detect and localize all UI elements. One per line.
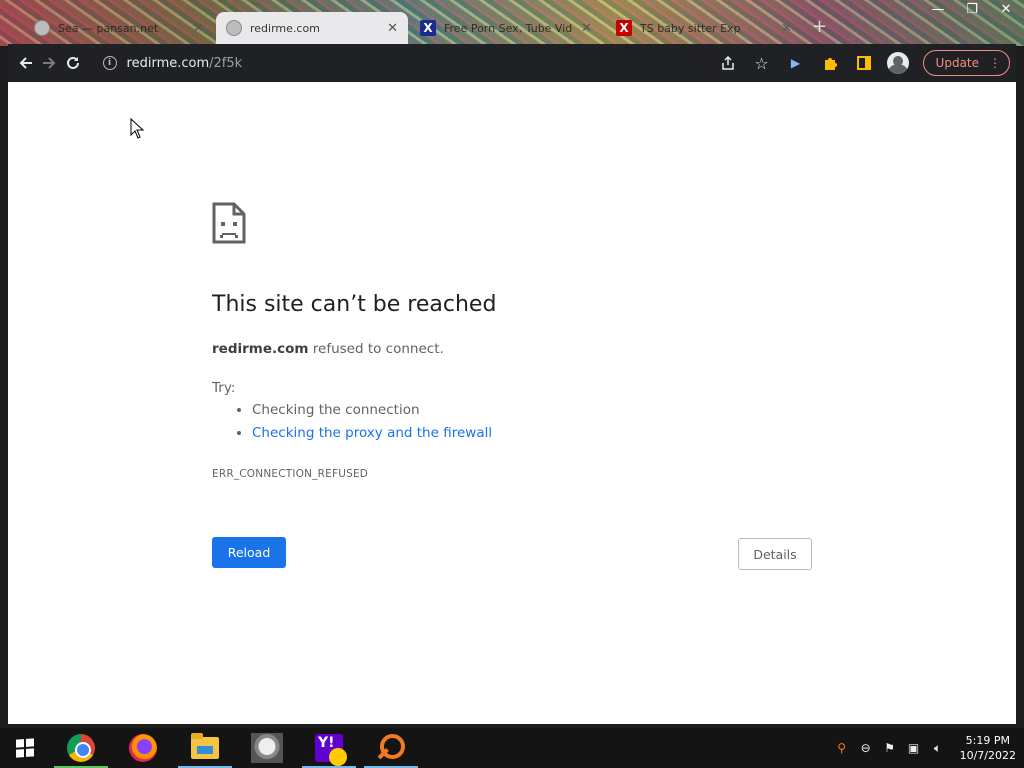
taskbar-search-app[interactable] <box>360 728 422 768</box>
suggestion-list: Checking the connection Checking the pro… <box>252 402 492 448</box>
start-button[interactable] <box>0 728 50 768</box>
forward-icon[interactable] <box>38 48 62 78</box>
info-icon[interactable]: i <box>102 56 117 70</box>
search-app-icon <box>377 734 405 762</box>
suggestion-check-connection: Checking the connection <box>252 402 492 418</box>
globe-icon <box>226 20 242 36</box>
taskbar-firefox[interactable] <box>112 728 174 768</box>
sad-document-icon <box>212 202 246 244</box>
reload-icon[interactable] <box>61 48 85 78</box>
suggestion-check-proxy-link[interactable]: Checking the proxy and the firewall <box>252 425 492 441</box>
error-title: This site can’t be reached <box>212 292 497 317</box>
minimize-icon[interactable]: — <box>930 2 946 17</box>
tab-2-active[interactable]: redirme.com ✕ <box>216 12 408 44</box>
flag-alert-icon[interactable]: ⚑ <box>882 740 898 756</box>
profile-avatar[interactable] <box>883 48 913 78</box>
yahoo-icon: Y! <box>315 734 347 766</box>
bookmark-star-icon[interactable]: ☆ <box>747 48 777 78</box>
tab-1[interactable]: Sea — pansan.net ✕ <box>24 12 214 44</box>
taskbar-chrome[interactable] <box>50 728 112 768</box>
address-path: /2f5k <box>209 55 243 71</box>
try-label: Try: <box>212 380 236 396</box>
tab-label: TS baby sitter Exp <box>640 21 741 35</box>
browser-toolbar: i redirme.com/2f5k ☆ ▶ Update ⋮ <box>8 44 1016 82</box>
address-domain: redirme.com <box>126 55 210 71</box>
network-icon[interactable]: ▣ <box>906 740 922 756</box>
clock-time: 5:19 PM <box>965 734 1010 747</box>
system-tray: ⚲ ⊖ ⚑ ▣ 🔈︎ 5:19 PM 10/7/2022 <box>834 733 1024 763</box>
tab-3[interactable]: X Free Porn Sex, Tube Vid ✕ <box>410 12 602 44</box>
details-button[interactable]: Details <box>738 538 812 570</box>
photo-app-icon <box>251 733 283 763</box>
error-code: ERR_CONNECTION_REFUSED <box>212 468 369 480</box>
taskbar-yahoo[interactable]: Y! <box>298 728 360 768</box>
chrome-icon <box>67 734 95 762</box>
error-host: redirme.com <box>212 341 309 357</box>
error-description: redirme.com refused to connect. <box>212 341 444 357</box>
error-description-suffix: refused to connect. <box>308 341 444 357</box>
address-bar[interactable]: i redirme.com/2f5k <box>92 49 713 77</box>
clock-date: 10/7/2022 <box>959 749 1016 762</box>
taskbar-file-explorer[interactable] <box>174 728 236 768</box>
page-content: This site can’t be reached redirme.com r… <box>8 82 1016 724</box>
update-label: Update <box>935 56 980 70</box>
globe-icon <box>34 20 50 36</box>
close-icon[interactable]: ✕ <box>781 21 792 36</box>
windows-logo-icon <box>16 738 34 758</box>
media-play-icon[interactable]: ▶ <box>781 48 811 78</box>
firefox-icon <box>129 734 157 762</box>
close-icon[interactable]: ✕ <box>387 21 398 36</box>
side-panel-icon[interactable] <box>849 48 879 78</box>
tab-label: Free Porn Sex, Tube Vid <box>444 21 573 35</box>
file-explorer-icon <box>191 733 219 759</box>
x-site-icon: X <box>420 20 436 36</box>
toolbar-actions: ☆ ▶ Update ⋮ <box>713 48 1011 78</box>
taskbar-photo-app[interactable] <box>236 728 298 768</box>
reload-button[interactable]: Reload <box>212 537 286 568</box>
do-not-disturb-icon[interactable]: ⊖ <box>858 740 874 756</box>
share-icon[interactable] <box>713 48 743 78</box>
mouse-cursor-icon <box>130 118 144 139</box>
x-site-icon: X <box>616 20 632 36</box>
search-tray-icon[interactable]: ⚲ <box>834 740 850 756</box>
tab-4[interactable]: X TS baby sitter Exp ✕ <box>606 12 802 44</box>
close-icon[interactable]: ✕ <box>581 21 592 36</box>
close-icon[interactable]: ✕ <box>193 21 204 36</box>
taskbar: Y! ⚲ ⊖ ⚑ ▣ 🔈︎ 5:19 PM 10/7/2022 <box>0 728 1024 768</box>
window-controls: — ❐ ✕ <box>930 2 1014 17</box>
back-icon[interactable] <box>14 48 38 78</box>
avatar-icon <box>886 52 909 74</box>
more-menu-icon: ⋮ <box>989 56 1002 70</box>
maximize-icon[interactable]: ❐ <box>964 2 980 17</box>
clock[interactable]: 5:19 PM 10/7/2022 <box>960 733 1016 763</box>
update-button[interactable]: Update ⋮ <box>922 50 1011 76</box>
tab-label: redirme.com <box>250 21 320 35</box>
tab-label: Sea — pansan.net <box>58 21 159 35</box>
volume-icon[interactable]: 🔈︎ <box>930 740 946 756</box>
browser-tab-strip: Sea — pansan.net ✕ redirme.com ✕ X Free … <box>0 0 1024 46</box>
close-window-icon[interactable]: ✕ <box>998 2 1014 17</box>
new-tab-icon[interactable]: + <box>812 16 827 37</box>
extensions-icon[interactable] <box>815 48 845 78</box>
